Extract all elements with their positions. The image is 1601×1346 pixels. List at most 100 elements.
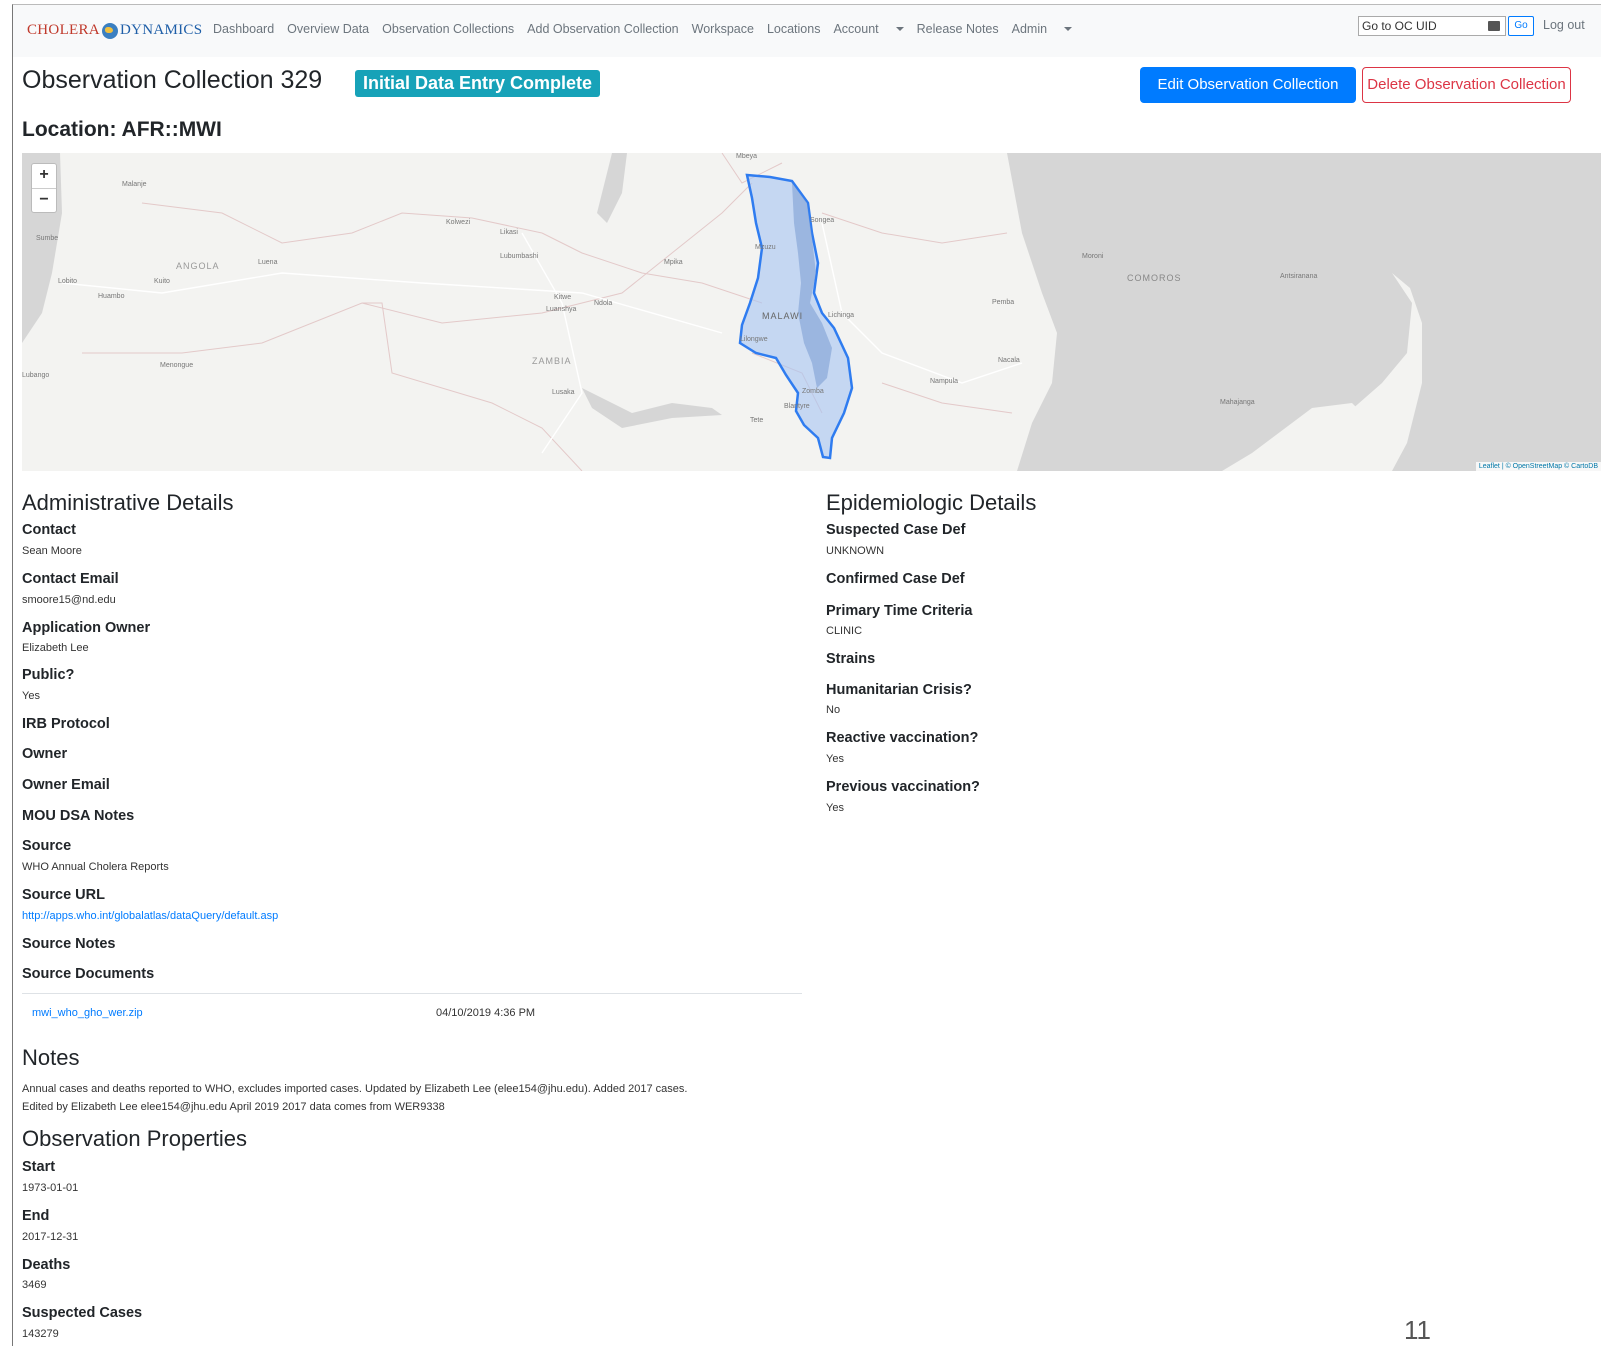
map-city: Antsiranana — [1280, 273, 1318, 280]
suspected-case-def-label: Suspected Case Def — [826, 522, 966, 538]
nav-release-notes[interactable]: Release Notes — [917, 22, 999, 36]
map-city: Songea — [810, 217, 835, 224]
source-url-link[interactable]: http://apps.who.int/globalatlas/dataQuer… — [22, 910, 278, 922]
application-owner-label: Application Owner — [22, 620, 151, 636]
map-city: Tete — [750, 417, 764, 424]
mou-dsa-notes-label: MOU DSA Notes — [22, 808, 135, 824]
notes-heading: Notes — [22, 1045, 80, 1070]
page-number: 11 — [1404, 1315, 1431, 1345]
reactive-vaccination-label: Reactive vaccination? — [826, 730, 979, 746]
humanitarian-crisis-value: No — [826, 704, 841, 716]
brand-logo[interactable]: CHOLERA DYNAMICS — [27, 22, 202, 39]
map-city: Moroni — [1082, 253, 1104, 260]
previous-vaccination-label: Previous vaccination? — [826, 779, 980, 795]
map-tiles — [22, 153, 1601, 471]
notes-line-1: Annual cases and deaths reported to WHO,… — [22, 1083, 688, 1095]
zoom-in-button[interactable]: + — [32, 164, 56, 189]
deaths-value: 3469 — [22, 1279, 47, 1291]
map[interactable]: ANGOLA ZAMBIA MALAWI COMOROS Malanje Lue… — [22, 153, 1601, 471]
deaths-label: Deaths — [22, 1257, 71, 1273]
map-city: Kitwe — [554, 294, 572, 301]
map-city: Kuito — [154, 278, 170, 285]
map-city: Nampula — [930, 378, 959, 385]
contact-email-label: Contact Email — [22, 571, 119, 587]
map-city: Sumbe — [36, 235, 59, 242]
document-date: 04/10/2019 4:36 PM — [436, 1007, 536, 1019]
map-city: Kolwezi — [446, 219, 471, 226]
primary-time-criteria-value: CLINIC — [826, 625, 863, 637]
keyboard-icon — [1488, 21, 1500, 31]
reactive-vaccination-value: Yes — [826, 753, 844, 765]
notes-text: Annual cases and deaths reported to WHO,… — [22, 1080, 802, 1116]
contact-label: Contact — [22, 522, 76, 538]
zoom-out-button[interactable]: − — [32, 189, 56, 213]
globe-icon — [101, 22, 118, 39]
source-documents-label: Source Documents — [22, 966, 155, 982]
oc-uid-input[interactable]: Go to OC UID — [1358, 16, 1506, 36]
end-value: 2017-12-31 — [22, 1231, 79, 1243]
map-city: Nacala — [998, 357, 1020, 364]
map-city: Pemba — [992, 299, 1015, 306]
suspected-cases-value: 143279 — [22, 1328, 59, 1340]
notes-line-2: Edited by Elizabeth Lee elee154@jhu.edu … — [22, 1101, 445, 1113]
source-url-label: Source URL — [22, 887, 105, 903]
map-label-angola: ANGOLA — [176, 261, 220, 271]
previous-vaccination-value: Yes — [826, 802, 844, 814]
nav-locations[interactable]: Locations — [767, 22, 821, 36]
start-label: Start — [22, 1159, 56, 1175]
map-city: Lichinga — [828, 312, 855, 319]
map-city: Lubumbashi — [500, 253, 539, 260]
nav-admin-label: Admin — [1011, 22, 1048, 36]
edit-collection-button[interactable]: Edit Observation Collection — [1140, 67, 1356, 103]
nav-admin-dropdown[interactable]: Admin — [1012, 22, 1072, 36]
map-city: Menongue — [160, 362, 194, 369]
epi-heading: Epidemiologic Details — [826, 490, 1037, 515]
map-city: Mpika — [664, 259, 683, 266]
nav-dashboard[interactable]: Dashboard — [213, 22, 274, 36]
nav-add-observation-collection[interactable]: Add Observation Collection — [527, 22, 678, 36]
public-value: Yes — [22, 690, 40, 702]
map-label-malawi: MALAWI — [762, 311, 804, 321]
strains-label: Strains — [826, 651, 876, 667]
owner-label: Owner — [22, 746, 68, 762]
observation-properties-heading: Observation Properties — [22, 1126, 247, 1151]
start-value: 1973-01-01 — [22, 1182, 79, 1194]
public-label: Public? — [22, 667, 75, 683]
map-city: Zomba — [802, 388, 824, 395]
status-badge: Initial Data Entry Complete — [355, 70, 601, 97]
map-city: Lubango — [22, 372, 50, 379]
logout-link[interactable]: Log out — [1543, 18, 1585, 32]
map-attribution[interactable]: Leaflet | © OpenStreetMap © CartoDB — [1475, 462, 1601, 471]
contact-email-value: smoore15@nd.edu — [22, 594, 116, 606]
map-city: Mzuzu — [755, 244, 776, 251]
nav-observation-collections[interactable]: Observation Collections — [382, 22, 514, 36]
map-zoom-control: + − — [31, 163, 57, 213]
map-city: Ndola — [594, 300, 613, 307]
admin-heading: Administrative Details — [22, 490, 234, 515]
page-title: Observation Collection 329 — [22, 66, 323, 94]
location-title: Location: AFR::MWI — [22, 118, 222, 141]
delete-collection-button[interactable]: Delete Observation Collection — [1362, 67, 1571, 103]
confirmed-case-def-label: Confirmed Case Def — [826, 571, 965, 587]
nav-account-dropdown[interactable]: Account — [833, 22, 903, 36]
map-label-comoros: COMOROS — [1127, 273, 1182, 283]
map-city: Huambo — [98, 293, 125, 300]
contact-value: Sean Moore — [22, 545, 82, 557]
irb-protocol-label: IRB Protocol — [22, 716, 110, 732]
brand-text-right: DYNAMICS — [119, 22, 203, 38]
nav-links: Dashboard Overview Data Observation Coll… — [213, 22, 1085, 36]
source-notes-label: Source Notes — [22, 936, 116, 952]
application-owner-value: Elizabeth Lee — [22, 642, 89, 654]
map-city: Malanje — [122, 181, 147, 188]
map-label-zambia: ZAMBIA — [532, 356, 572, 366]
nav-workspace[interactable]: Workspace — [692, 22, 754, 36]
map-city: Luanshya — [546, 306, 577, 313]
nav-overview-data[interactable]: Overview Data — [287, 22, 369, 36]
document-link[interactable]: mwi_who_gho_wer.zip — [32, 1007, 143, 1019]
map-city: Luena — [258, 259, 278, 266]
map-city: Mbeya — [736, 153, 758, 160]
map-city: Lusaka — [552, 389, 575, 396]
divider — [22, 993, 802, 994]
go-button[interactable]: Go — [1508, 16, 1534, 36]
suspected-cases-label: Suspected Cases — [22, 1305, 143, 1321]
